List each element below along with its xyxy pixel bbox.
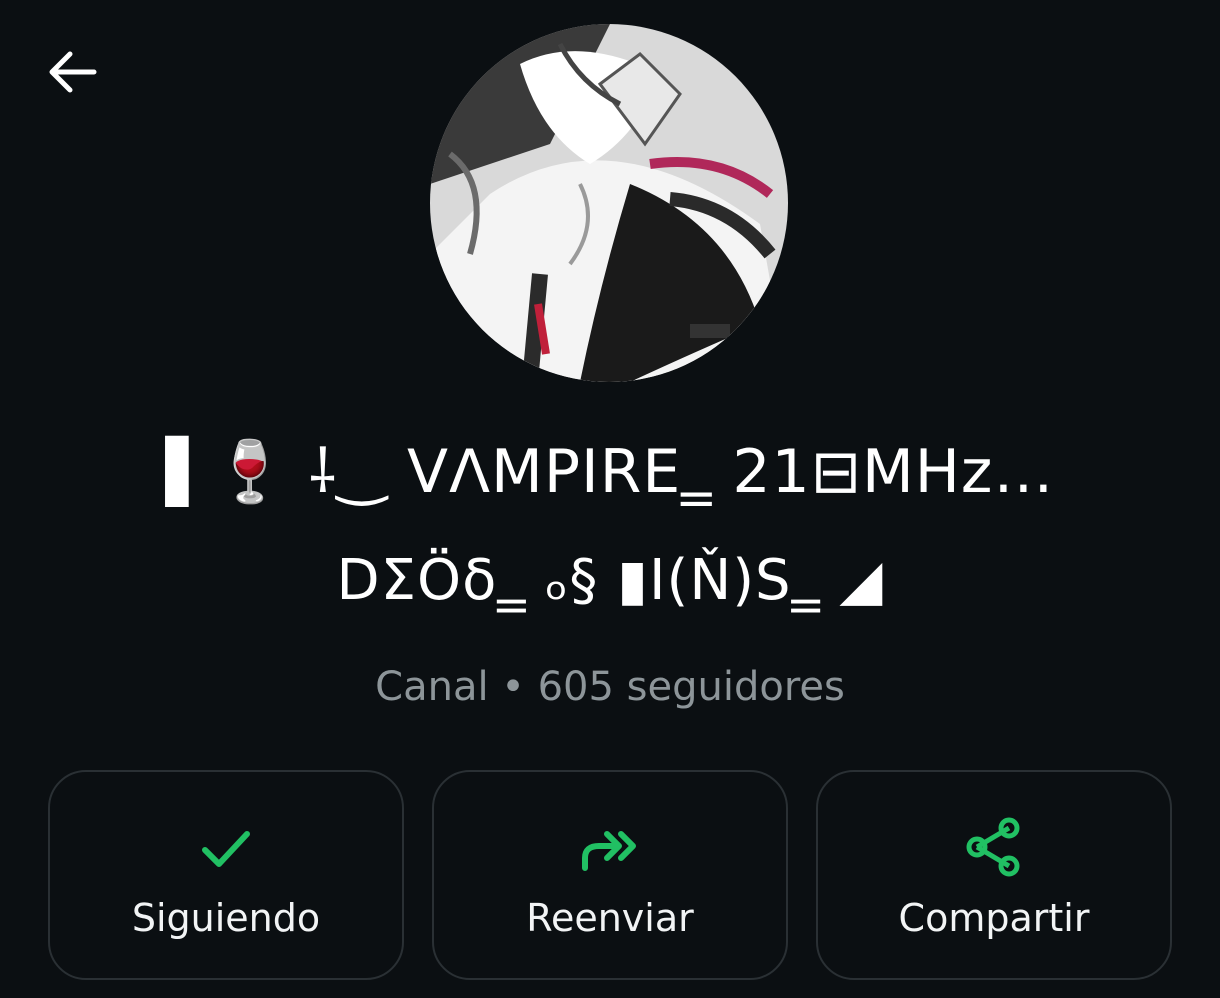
back-button[interactable] [44,48,100,96]
arrow-left-icon [49,51,97,93]
channel-avatar[interactable] [430,24,788,382]
following-label: Siguiendo [131,896,321,940]
forward-label: Reenviar [526,896,694,940]
action-row: Siguiendo Reenviar Compartir [48,770,1172,982]
share-label: Compartir [898,896,1090,940]
checkmark-icon [202,831,250,867]
channel-name-line-1: ▌🍷 ⸸‿ VΛMPIRE‗ 21⊟MHz… [165,437,1055,507]
channel-meta: Canal • 605 seguidores [375,664,845,710]
avatar-image [430,24,788,382]
share-button[interactable]: Compartir [816,770,1172,980]
channel-name-line-2: DΣÖδ‗ ₒ§ ▮I(Ň)S‗ ◢ [336,548,884,613]
forward-icon [582,831,636,871]
following-button[interactable]: Siguiendo [48,770,404,980]
forward-button[interactable]: Reenviar [432,770,788,980]
share-icon [966,817,1020,877]
